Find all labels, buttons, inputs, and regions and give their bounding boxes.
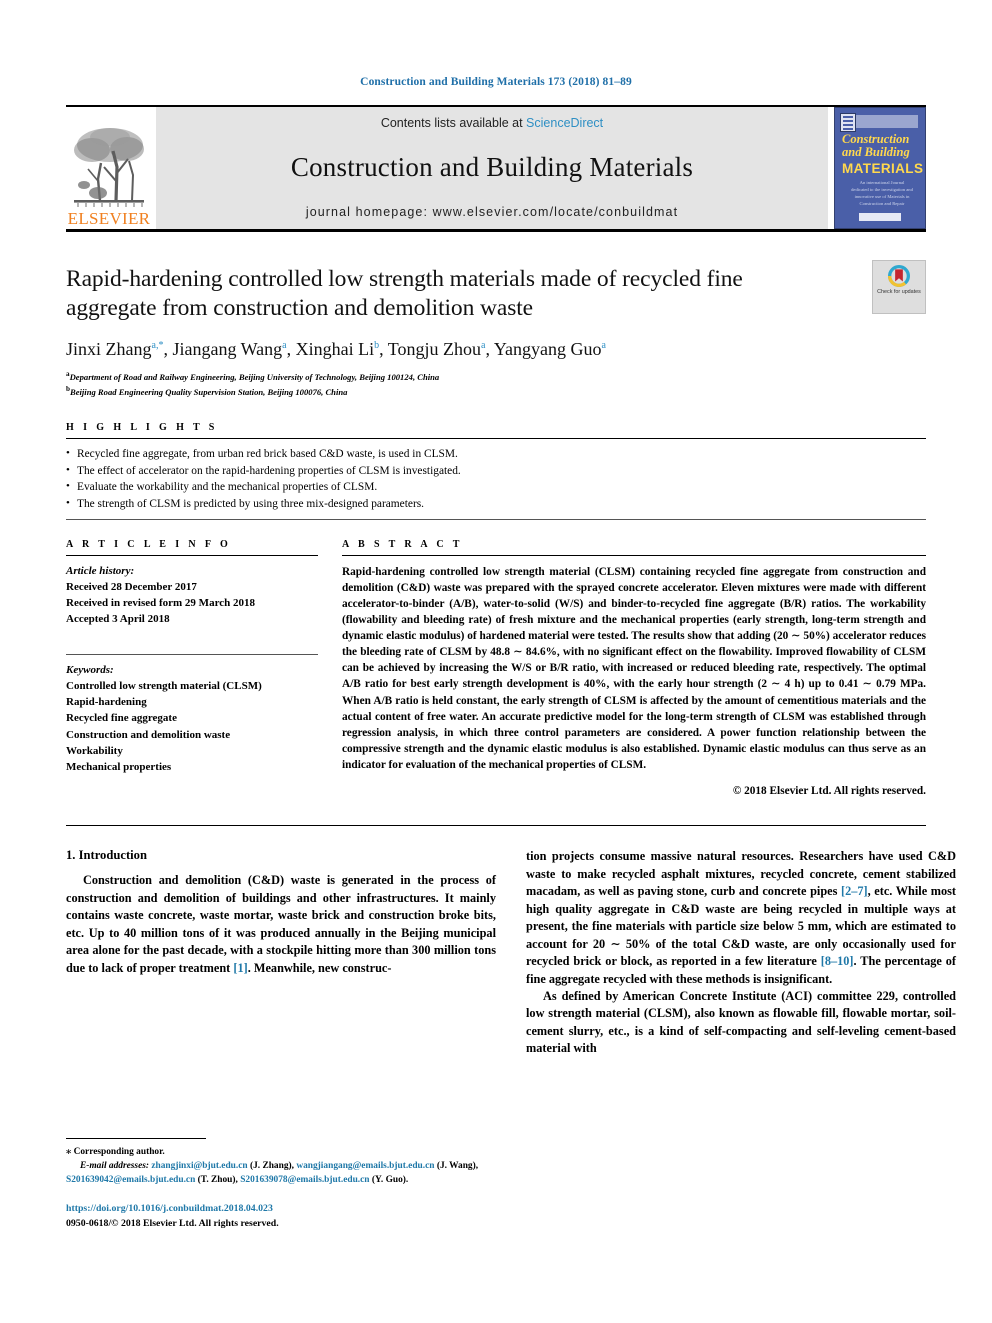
author-mark: b xyxy=(374,340,380,352)
cover-title-line3: MATERIALS xyxy=(842,161,924,176)
author-mark: a xyxy=(601,340,606,352)
elsevier-wordmark: ELSEVIER xyxy=(67,209,151,228)
title-block: Rapid-hardening controlled low strength … xyxy=(66,232,926,398)
author-name: Jinxi Zhang xyxy=(66,339,152,360)
keywords-block: Keywords: Controlled low strength materi… xyxy=(66,653,318,776)
highlights-section: H I G H L I G H T S Recycled fine aggreg… xyxy=(66,398,926,520)
body-column-right: tion projects consume massive natural re… xyxy=(526,848,956,1057)
email-link[interactable]: S201639078@emails.bjut.edu.cn xyxy=(240,1175,369,1185)
email-owner: (T. Zhou), xyxy=(197,1175,238,1186)
affiliation-text: Beijing Road Engineering Quality Supervi… xyxy=(69,386,348,397)
list-item: The strength of CLSM is predicted by usi… xyxy=(66,495,926,513)
citation-link[interactable]: [8–10] xyxy=(821,954,854,968)
paragraph: tion projects consume massive natural re… xyxy=(526,849,956,986)
author-list: Jinxi Zhanga,*, Jiangang Wanga, Xinghai … xyxy=(66,339,606,360)
affiliation-text: Department of Road and Railway Engineeri… xyxy=(69,372,440,383)
author-mark: a xyxy=(282,340,287,352)
article-info-column: A R T I C L E I N F O Article history: R… xyxy=(66,539,318,798)
sciencedirect-link[interactable]: ScienceDirect xyxy=(526,116,603,130)
email-owner: (J. Wang), xyxy=(436,1161,479,1172)
article-history-block: Article history: Received 28 December 20… xyxy=(66,556,318,628)
doi-block: https://doi.org/10.1016/j.conbuildmat.20… xyxy=(66,1202,496,1231)
crossmark-icon xyxy=(888,265,910,287)
issn-copyright-line: 0950-0618/© 2018 Elsevier Ltd. All right… xyxy=(66,1218,279,1230)
article-info-heading: A R T I C L E I N F O xyxy=(66,538,232,550)
running-head: Construction and Building Materials 173 … xyxy=(360,76,632,88)
email-link[interactable]: zhangjinxi@bjut.edu.cn xyxy=(151,1161,247,1171)
abstract-column: A B S T R A C T Rapid-hardening controll… xyxy=(342,538,926,798)
author-mark: a,* xyxy=(151,340,164,352)
keyword-item: Rapid-hardening xyxy=(66,696,147,709)
paper-page: Construction and Building Materials 173 … xyxy=(0,0,992,1323)
corresponding-author-text: Corresponding author. xyxy=(73,1147,165,1157)
body-column-left: 1. Introduction Construction and demolit… xyxy=(66,848,496,1057)
paragraph: Construction and demolition (C&D) waste … xyxy=(66,873,496,975)
affiliation-item: bBeijing Road Engineering Quality Superv… xyxy=(66,384,926,398)
abstract-copyright: © 2018 Elsevier Ltd. All rights reserved… xyxy=(732,785,926,798)
cover-footer-bar xyxy=(859,213,901,221)
abstract-text: Rapid-hardening controlled low strength … xyxy=(342,565,926,772)
history-item: Received in revised form 29 March 2018 xyxy=(66,597,255,610)
asterisk-icon: ⁎ xyxy=(66,1146,72,1157)
cover-blurb: An international Journal dedicated to th… xyxy=(851,180,913,206)
journal-title: Construction and Building Materials xyxy=(290,152,694,182)
body-columns: 1. Introduction Construction and demolit… xyxy=(66,826,956,1057)
journal-masthead: ELSEVIER Contents lists available at Sci… xyxy=(66,105,926,229)
journal-cover-thumbnail[interactable]: Construction and Building MATERIALS An i… xyxy=(834,107,926,229)
keywords-label: Keywords: xyxy=(66,663,114,676)
elsevier-logo: ELSEVIER xyxy=(66,107,152,229)
citation-link[interactable]: [2–7] xyxy=(841,884,868,898)
paragraph: As defined by American Concrete Institut… xyxy=(526,988,956,1056)
corresponding-author-note: ⁎ Corresponding author. xyxy=(66,1144,496,1159)
author-name: Jiangang Wang xyxy=(172,339,283,360)
contents-available-line: Contents lists available at ScienceDirec… xyxy=(381,116,603,130)
affiliation-list: aDepartment of Road and Railway Engineer… xyxy=(66,369,926,398)
history-item: Accepted 3 April 2018 xyxy=(66,613,170,626)
list-item: Evaluate the workability and the mechani… xyxy=(66,478,926,496)
highlights-list: Recycled fine aggregate, from urban red … xyxy=(66,439,926,519)
email-label: E-mail addresses: xyxy=(80,1161,150,1172)
journal-homepage-link[interactable]: journal homepage: www.elsevier.com/locat… xyxy=(306,205,678,219)
highlights-heading: H I G H L I G H T S xyxy=(66,421,218,433)
journal-band: Contents lists available at ScienceDirec… xyxy=(156,107,828,229)
cover-title-line2: and Building xyxy=(842,145,910,159)
abstract-heading: A B S T R A C T xyxy=(342,538,463,550)
crossmark-label: Check for updates xyxy=(877,289,921,295)
keyword-item: Workability xyxy=(66,744,123,757)
author-name: Tongju Zhou xyxy=(387,339,482,360)
section-heading-introduction: 1. Introduction xyxy=(66,848,147,863)
article-history-label: Article history: xyxy=(66,564,135,577)
keyword-item: Controlled low strength material (CLSM) xyxy=(66,679,262,692)
footnote-block: ⁎ Corresponding author. E-mail addresses… xyxy=(66,1138,496,1232)
elsevier-tree-icon xyxy=(74,128,144,207)
author-name: Xinghai Li xyxy=(295,339,375,360)
email-owner: (J. Zhang), xyxy=(249,1161,294,1172)
email-link[interactable]: S201639042@emails.bjut.edu.cn xyxy=(66,1175,195,1185)
email-link[interactable]: wangjiangang@emails.bjut.edu.cn xyxy=(296,1161,434,1171)
doi-link[interactable]: https://doi.org/10.1016/j.conbuildmat.20… xyxy=(66,1202,496,1217)
contents-prefix: Contents lists available at xyxy=(380,116,527,130)
author-name: Yangyang Guo xyxy=(493,339,602,360)
email-owner: (Y. Guo). xyxy=(371,1175,409,1186)
affiliation-item: aDepartment of Road and Railway Engineer… xyxy=(66,369,926,383)
list-item: The effect of accelerator on the rapid-h… xyxy=(66,462,926,480)
keyword-item: Construction and demolition waste xyxy=(66,728,231,741)
crossmark-badge[interactable]: Check for updates xyxy=(872,260,926,314)
author-mark: a xyxy=(481,340,486,352)
history-item: Received 28 December 2017 xyxy=(66,580,197,593)
footnote-rule xyxy=(66,1138,206,1139)
citation-link[interactable]: [1] xyxy=(233,961,247,975)
list-item: Recycled fine aggregate, from urban red … xyxy=(66,445,926,463)
keyword-item: Recycled fine aggregate xyxy=(66,712,177,725)
paper-title: Rapid-hardening controlled low strength … xyxy=(66,266,743,321)
cover-footer-text xyxy=(853,207,907,211)
email-addresses-note: E-mail addresses: zhangjinxi@bjut.edu.cn… xyxy=(66,1159,496,1187)
info-abstract-row: A R T I C L E I N F O Article history: R… xyxy=(66,520,926,798)
cover-badge-icon xyxy=(840,113,856,132)
keyword-item: Mechanical properties xyxy=(66,761,172,774)
